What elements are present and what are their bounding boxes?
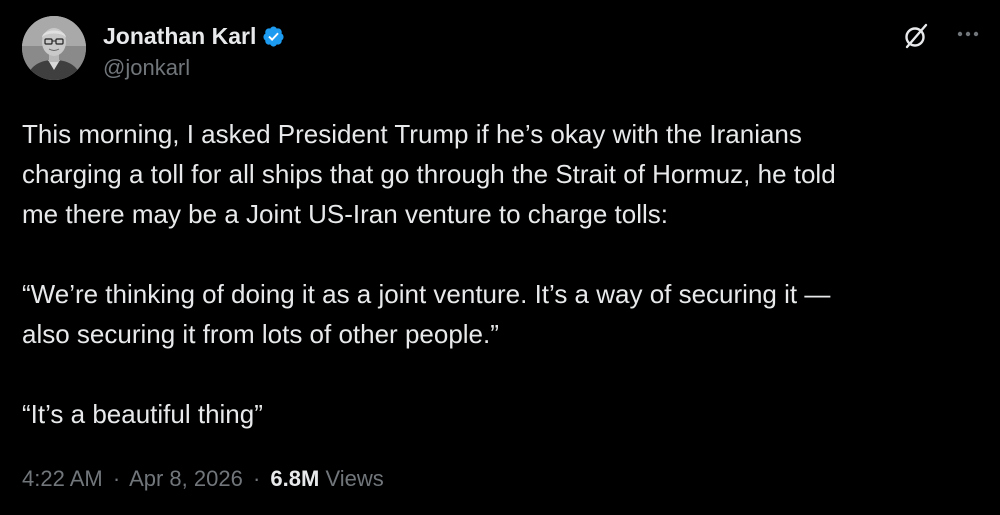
tweet-line: “It’s a beautiful thing” (22, 399, 263, 429)
tweet-meta: 4:22 AM · Apr 8, 2026 · 6.8M Views (22, 466, 384, 492)
verified-badge-icon (262, 25, 285, 48)
tweet-line: me there may be a Joint US-Iran venture … (22, 199, 668, 229)
tweet-text: This morning, I asked President Trump if… (22, 114, 982, 434)
tweet-line: also securing it from lots of other peop… (22, 319, 499, 349)
tweet-line: This morning, I asked President Trump if… (22, 119, 802, 149)
author-handle[interactable]: @jonkarl (103, 55, 190, 81)
views-label: Views (325, 466, 384, 491)
tweet-card: Jonathan Karl @jonkarl This morning, I a… (0, 0, 1000, 515)
meta-separator: · (112, 466, 121, 491)
tweet-time[interactable]: 4:22 AM (22, 466, 103, 491)
avatar[interactable] (22, 16, 86, 80)
views-count[interactable]: 6.8M (270, 466, 319, 491)
author-name-row: Jonathan Karl (103, 22, 285, 50)
tweet-line: charging a toll for all ships that go th… (22, 159, 836, 189)
tweet-date[interactable]: Apr 8, 2026 (129, 466, 243, 491)
more-options-icon[interactable] (953, 22, 983, 46)
meta-separator: · (252, 466, 261, 491)
grok-icon[interactable] (901, 21, 931, 51)
tweet-line: “We’re thinking of doing it as a joint v… (22, 279, 831, 309)
author-display-name[interactable]: Jonathan Karl (103, 23, 256, 50)
